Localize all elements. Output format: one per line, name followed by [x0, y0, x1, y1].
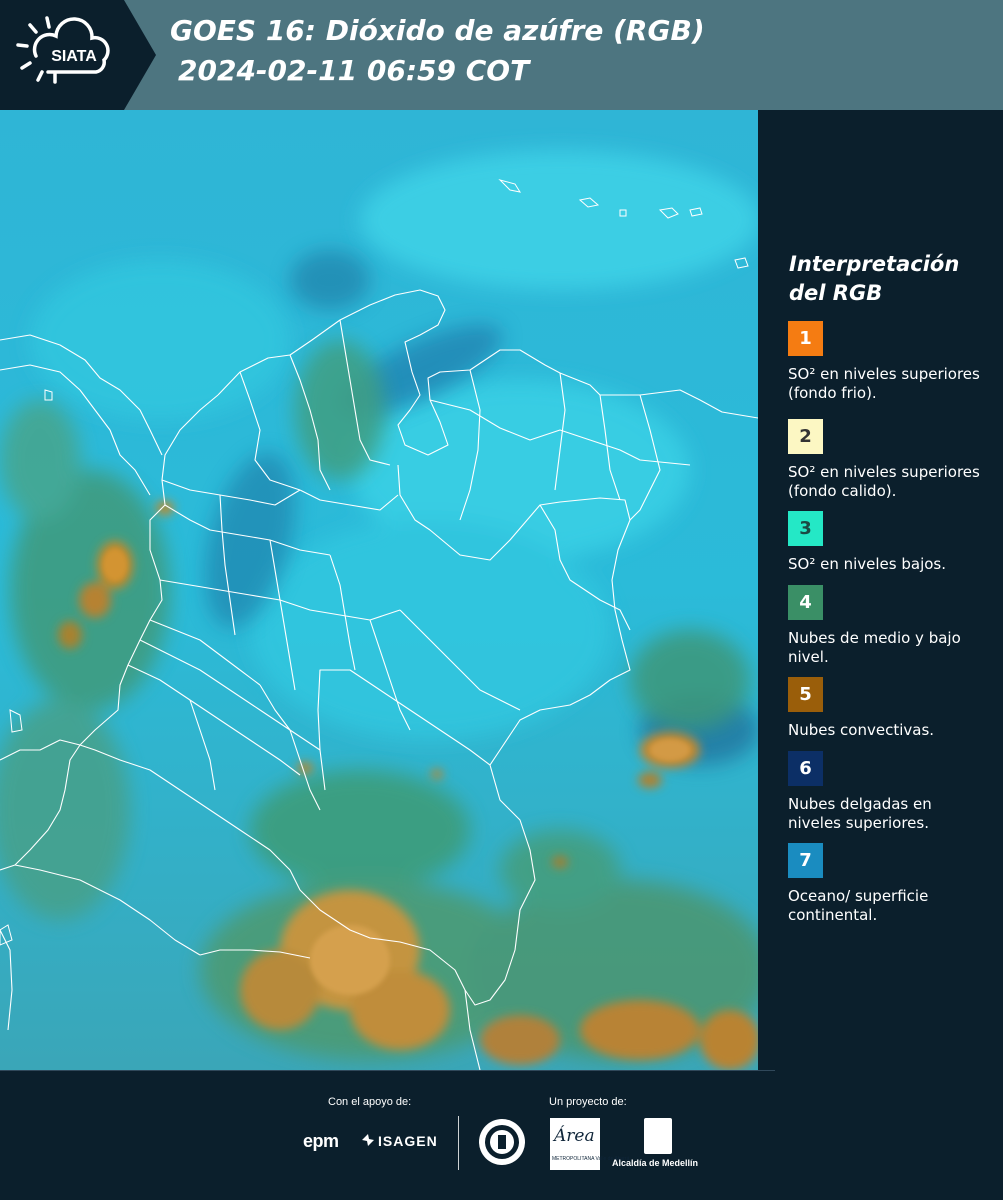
legend-swatch-5: 5 [788, 677, 823, 712]
legend-label-1: SO² en niveles superiores (fondo frio). [788, 365, 980, 402]
siata-logo-text: SIATA [51, 48, 97, 65]
legend-panel: Interpretación del RGB 1 SO² en niveles … [758, 110, 1003, 1070]
legend-item-7: 7 Oceano/ superficie continental. [788, 843, 988, 925]
project-label: Un proyecto de: [549, 1096, 627, 1108]
support-label: Con el apoyo de: [328, 1096, 412, 1108]
area-logo-text: Área [554, 1126, 595, 1146]
medellin-seal-icon [479, 1119, 525, 1165]
legend-label-2: SO² en niveles superiores (fondo calido)… [788, 463, 980, 500]
legend-item-5: 5 Nubes convectivas. [788, 677, 988, 740]
legend-item-3: 3 SO² en niveles bajos. [788, 511, 988, 574]
footer-vertical-divider [458, 1116, 459, 1170]
page-timestamp: 2024-02-11 06:59 COT [178, 54, 530, 87]
legend-item-4: 4 Nubes de medio y bajo nivel. [788, 585, 988, 667]
alcaldia-crest-icon [644, 1118, 672, 1154]
footer: Con el apoyo de: Un proyecto de: epm ISA… [0, 1070, 1003, 1200]
page-title: GOES 16: Dióxido de azúfre (RGB) [170, 14, 705, 47]
area-metropolitana-logo: Área METROPOLITANA Valle de Aburrá [550, 1118, 629, 1170]
legend-swatch-1: 1 [788, 321, 823, 356]
satellite-map [0, 110, 758, 1070]
legend-label-7: Oceano/ superficie continental. [788, 887, 929, 924]
legend-swatch-4: 4 [788, 585, 823, 620]
legend-label-3: SO² en niveles bajos. [788, 555, 947, 573]
legend-swatch-2: 2 [788, 419, 823, 454]
legend-item-6: 6 Nubes delgadas en niveles superiores. [788, 751, 988, 833]
epm-logo: epm [303, 1131, 339, 1151]
legend-item-1: 1 SO² en niveles superiores (fondo frio)… [788, 321, 988, 403]
isagen-logo: ISAGEN [378, 1133, 438, 1149]
legend-item-2: 2 SO² en niveles superiores (fondo calid… [788, 419, 988, 513]
header-bar: SIATA GOES 16: Dióxido de azúfre (RGB) 2… [0, 0, 1003, 110]
alcaldia-label: Alcaldía de Medellín [612, 1158, 699, 1168]
legend-label-4: Nubes de medio y bajo nivel. [788, 629, 961, 666]
legend-label-6: Nubes delgadas en niveles superiores. [788, 795, 932, 832]
isagen-icon [362, 1134, 374, 1146]
legend-label-5: Nubes convectivas. [788, 721, 935, 739]
legend-swatch-6: 6 [788, 751, 823, 786]
footer-divider-line [0, 1070, 775, 1071]
siata-logo: SIATA [0, 0, 158, 110]
legend-swatch-7: 7 [788, 843, 823, 878]
legend-title: Interpretación del RGB [789, 252, 960, 305]
legend-swatch-3: 3 [788, 511, 823, 546]
